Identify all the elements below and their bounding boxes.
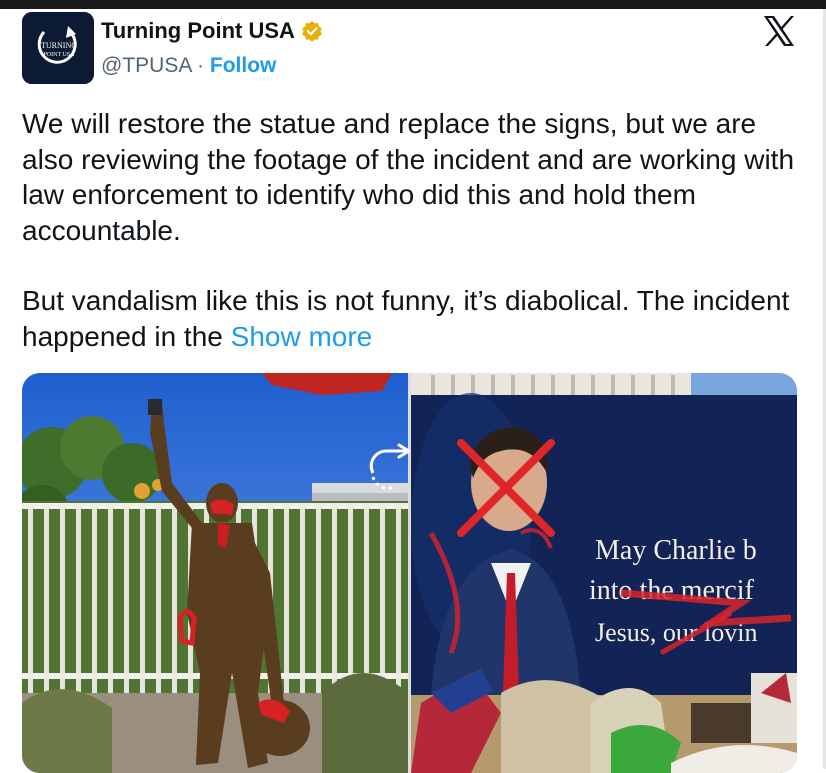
avatar[interactable]: TURNING POINT USA (22, 12, 94, 84)
media-image-statue[interactable] (22, 373, 408, 773)
account-name-row[interactable]: Turning Point USA (101, 18, 323, 44)
tweet-paragraph-2: But vandalism like this is not funny, it… (22, 283, 802, 354)
sign-text-line1: May Charlie b (595, 535, 757, 566)
top-dark-strip (0, 0, 826, 9)
media-grid: May Charlie b into the mercif Jesus, our… (22, 373, 797, 773)
tweet-paragraph-2-text: But vandalism like this is not funny, it… (22, 285, 790, 352)
avatar-text-line1: TURNING (41, 41, 77, 50)
repost-icon[interactable] (363, 437, 413, 493)
avatar-logo: TURNING POINT USA (22, 12, 94, 84)
avatar-text-line2: POINT USA (43, 52, 75, 58)
account-name[interactable]: Turning Point USA (101, 18, 295, 44)
tweet-text: We will restore the statue and replace t… (22, 106, 802, 354)
account-handle[interactable]: @TPUSA (101, 54, 191, 77)
account-handle-row: @TPUSA · Follow (101, 54, 276, 78)
verified-badge-icon (301, 20, 323, 42)
tweet-paragraph-1: We will restore the statue and replace t… (22, 108, 795, 246)
media-image-memorial-sign[interactable]: May Charlie b into the mercif Jesus, our… (411, 373, 797, 773)
show-more-link[interactable]: Show more (231, 321, 373, 352)
x-logo-icon[interactable] (762, 14, 796, 48)
follow-button[interactable]: Follow (210, 54, 277, 77)
separator-dot: · (197, 54, 205, 77)
